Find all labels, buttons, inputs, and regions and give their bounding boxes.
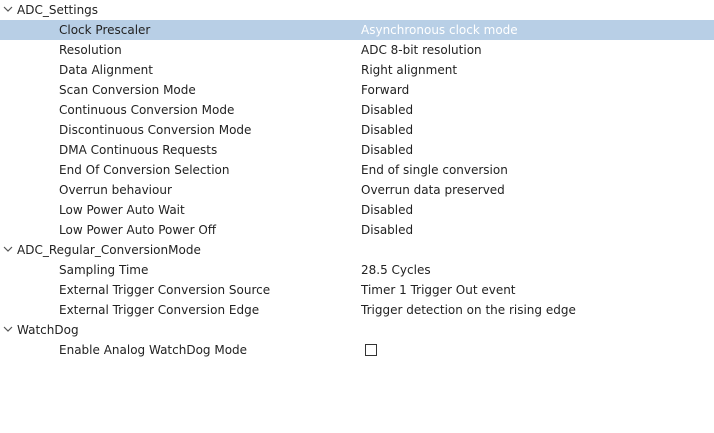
param-label: Enable Analog WatchDog Mode: [59, 343, 248, 357]
param-row-low-power-auto-wait[interactable]: Low Power Auto Wait Disabled: [0, 200, 714, 220]
param-value[interactable]: ADC 8-bit resolution: [361, 40, 482, 60]
param-label: End Of Conversion Selection: [59, 163, 230, 177]
group-label: ADC_Regular_ConversionMode: [17, 243, 201, 257]
param-row-dma-continuous-requests[interactable]: DMA Continuous Requests Disabled: [0, 140, 714, 160]
param-row-data-alignment[interactable]: Data Alignment Right alignment: [0, 60, 714, 80]
param-value[interactable]: Right alignment: [361, 60, 457, 80]
param-row-continuous-conversion-mode[interactable]: Continuous Conversion Mode Disabled: [0, 100, 714, 120]
param-label: Scan Conversion Mode: [59, 83, 196, 97]
param-value[interactable]: Asynchronous clock mode: [361, 20, 518, 40]
param-row-external-trigger-conversion-source[interactable]: External Trigger Conversion Source Timer…: [0, 280, 714, 300]
param-row-overrun-behaviour[interactable]: Overrun behaviour Overrun data preserved: [0, 180, 714, 200]
group-label: WatchDog: [17, 323, 79, 337]
param-value[interactable]: Disabled: [361, 200, 413, 220]
param-row-low-power-auto-power-off[interactable]: Low Power Auto Power Off Disabled: [0, 220, 714, 240]
param-row-resolution[interactable]: Resolution ADC 8-bit resolution: [0, 40, 714, 60]
param-value[interactable]: End of single conversion: [361, 160, 508, 180]
param-label: Low Power Auto Wait: [59, 203, 185, 217]
param-label: External Trigger Conversion Edge: [59, 303, 260, 317]
param-label: DMA Continuous Requests: [59, 143, 218, 157]
chevron-down-icon[interactable]: [2, 320, 14, 340]
param-row-sampling-time[interactable]: Sampling Time 28.5 Cycles: [0, 260, 714, 280]
param-label: Sampling Time: [59, 263, 149, 277]
param-row-clock-prescaler[interactable]: Clock Prescaler Asynchronous clock mode: [0, 20, 714, 40]
param-value[interactable]: Overrun data preserved: [361, 180, 505, 200]
parameter-tree: ADC_Settings Clock Prescaler Asynchronou…: [0, 0, 714, 360]
param-value[interactable]: Timer 1 Trigger Out event: [361, 280, 516, 300]
param-label: Resolution: [59, 43, 122, 57]
group-adc-regular-conversion-mode[interactable]: ADC_Regular_ConversionMode: [0, 240, 714, 260]
param-value[interactable]: Forward: [361, 80, 409, 100]
param-label: Continuous Conversion Mode: [59, 103, 235, 117]
chevron-down-icon[interactable]: [2, 240, 14, 260]
param-value[interactable]: Trigger detection on the rising edge: [361, 300, 576, 320]
param-value[interactable]: Disabled: [361, 220, 413, 240]
chevron-down-icon[interactable]: [2, 0, 14, 20]
param-row-discontinuous-conversion-mode[interactable]: Discontinuous Conversion Mode Disabled: [0, 120, 714, 140]
group-label: ADC_Settings: [17, 3, 99, 17]
param-value[interactable]: Disabled: [361, 100, 413, 120]
param-row-end-of-conversion-selection[interactable]: End Of Conversion Selection End of singl…: [0, 160, 714, 180]
param-label: External Trigger Conversion Source: [59, 283, 271, 297]
param-value[interactable]: Disabled: [361, 140, 413, 160]
param-label: Overrun behaviour: [59, 183, 172, 197]
param-row-external-trigger-conversion-edge[interactable]: External Trigger Conversion Edge Trigger…: [0, 300, 714, 320]
param-row-scan-conversion-mode[interactable]: Scan Conversion Mode Forward: [0, 80, 714, 100]
group-watchdog[interactable]: WatchDog: [0, 320, 714, 340]
param-row-enable-analog-watchdog-mode[interactable]: Enable Analog WatchDog Mode: [0, 340, 714, 360]
param-label: Discontinuous Conversion Mode: [59, 123, 252, 137]
checkbox-icon[interactable]: [365, 344, 377, 356]
param-label: Low Power Auto Power Off: [59, 223, 217, 237]
param-label: Clock Prescaler: [59, 23, 151, 37]
param-value[interactable]: 28.5 Cycles: [361, 260, 431, 280]
group-adc-settings[interactable]: ADC_Settings: [0, 0, 714, 20]
param-value[interactable]: Disabled: [361, 120, 413, 140]
param-label: Data Alignment: [59, 63, 153, 77]
